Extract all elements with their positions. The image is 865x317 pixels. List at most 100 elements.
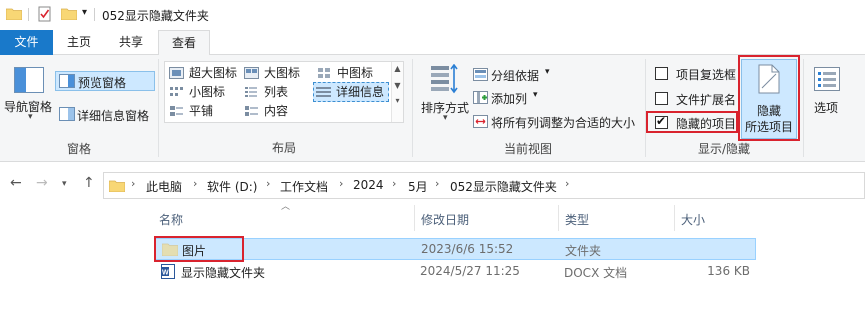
details-pane-label: 详细信息窗格	[77, 109, 150, 123]
add-column-label: 添加列	[491, 92, 528, 106]
qat-dropdown[interactable]: ▾	[82, 7, 87, 18]
window-title: 052显示隐藏文件夹	[102, 9, 209, 23]
file-size: 136 KB	[707, 264, 750, 278]
forward-arrow-icon[interactable]: →	[36, 175, 48, 191]
group-panes: 导航窗格 ▾ 预览窗格 详细信息窗格 窗格	[0, 55, 158, 162]
tab-view[interactable]: 查看	[158, 30, 210, 56]
group-by-label: 分组依据	[491, 69, 540, 83]
column-header-type[interactable]: 类型	[559, 209, 674, 231]
properties-icon[interactable]	[37, 6, 53, 22]
recent-locations-chevron-icon[interactable]: ▾	[62, 179, 67, 189]
breadcrumb-separator-icon[interactable]: ›	[131, 177, 135, 190]
file-extensions-label: 文件扩展名	[676, 93, 737, 107]
breadcrumb-current-folder[interactable]: 052显示隐藏文件夹	[450, 178, 557, 195]
file-extensions-checkbox[interactable]	[655, 92, 668, 105]
tab-file[interactable]: 文件	[0, 30, 53, 55]
extra-large-icons-icon	[169, 67, 184, 79]
folder-icon	[109, 180, 125, 192]
layout-list[interactable]: 列表	[242, 83, 288, 101]
group-by-icon	[473, 68, 488, 81]
column-header-size[interactable]: 大小	[675, 209, 755, 231]
breadcrumb-separator-icon[interactable]: ›	[392, 177, 396, 190]
options-icon	[814, 67, 840, 91]
svg-text:W: W	[162, 270, 169, 277]
layout-large-icons[interactable]: 大图标	[242, 64, 300, 82]
group-current-view: 排序方式 ▾ 分组依据 ▾ 添加列 ▾ 将所有列调整为合适的大小 当前视图	[413, 55, 643, 162]
preview-pane-button[interactable]: 预览窗格	[55, 71, 155, 91]
group-label-show-hide: 显示/隐藏	[697, 142, 751, 156]
layout-tiles[interactable]: 平铺	[167, 102, 213, 120]
layout-medium-icons[interactable]: 中图标	[315, 64, 373, 82]
chevron-down-icon[interactable]: ▾	[443, 113, 448, 123]
tiles-icon	[170, 106, 183, 116]
group-label-layout: 布局	[271, 141, 296, 155]
breadcrumb-year[interactable]: 2024	[353, 178, 384, 192]
breadcrumb-separator-icon[interactable]: ›	[193, 177, 197, 190]
group-show-hide: 项目复选框 文件扩展名 隐藏的项目 隐藏 所选项目 显示/隐藏	[646, 55, 802, 162]
layout-small-icons[interactable]: 小图标	[167, 83, 225, 101]
file-list: ︿ 名称 修改日期 类型 大小 图片 2023/6/6 15:52 文件夹 W …	[0, 202, 865, 317]
title-bar: ▾ 052显示隐藏文件夹	[0, 0, 865, 30]
layout-scrollbar[interactable]: ▲ ▼ ▾	[391, 62, 403, 122]
fit-columns-icon	[473, 115, 488, 128]
file-extensions-toggle[interactable]: 文件扩展名	[654, 90, 740, 108]
navigation-pane-icon	[14, 67, 44, 93]
file-row[interactable]: 图片 2023/6/6 15:52 文件夹	[154, 238, 756, 260]
up-arrow-icon[interactable]: ↑	[83, 175, 95, 191]
folder-icon	[6, 8, 22, 20]
breadcrumb-this-pc[interactable]: 此电脑	[146, 178, 182, 195]
tab-share[interactable]: 共享	[108, 30, 154, 55]
options-label: 选项	[813, 101, 838, 115]
breadcrumb-separator-icon[interactable]: ›	[565, 177, 569, 190]
preview-pane-icon	[59, 74, 75, 88]
highlight-hidden-items	[646, 111, 738, 133]
highlight-hidden-folder	[154, 236, 244, 262]
details-icon	[316, 87, 331, 97]
layout-content[interactable]: 内容	[242, 102, 288, 120]
breadcrumb-drive[interactable]: 软件 (D:)	[207, 178, 257, 195]
chevron-down-icon[interactable]: ▾	[28, 112, 33, 122]
new-folder-icon[interactable]	[61, 7, 77, 20]
back-arrow-icon[interactable]: ←	[10, 175, 22, 191]
breadcrumb-separator-icon[interactable]: ›	[435, 177, 439, 190]
layout-details[interactable]: 详细信息	[313, 82, 389, 102]
large-icons-icon	[244, 67, 259, 79]
scroll-up-icon[interactable]: ▲	[392, 64, 403, 73]
column-header-name[interactable]: 名称	[153, 209, 413, 231]
highlight-hide-selected	[738, 55, 800, 141]
chevron-down-icon: ▾	[533, 90, 538, 100]
layout-extra-large-icons[interactable]: 超大图标	[167, 64, 237, 82]
details-pane-icon	[59, 107, 75, 121]
ribbon: 导航窗格 ▾ 预览窗格 详细信息窗格 窗格 超大图标 大图标 中图标 小图标 列…	[0, 55, 865, 162]
item-checkboxes-label: 项目复选框	[676, 68, 737, 82]
file-modified: 2024/5/27 11:25	[420, 264, 520, 278]
preview-pane-label: 预览窗格	[78, 76, 127, 90]
expand-gallery-icon[interactable]: ▾	[392, 96, 403, 105]
group-label-panes: 窗格	[66, 142, 91, 156]
breadcrumb-separator-icon[interactable]: ›	[266, 177, 270, 190]
word-document-icon: W	[161, 264, 175, 279]
chevron-down-icon: ▾	[545, 67, 550, 77]
file-row[interactable]: W 显示隐藏文件夹 2024/5/27 11:25 DOCX 文档 136 KB	[154, 261, 756, 283]
file-modified: 2023/6/6 15:52	[421, 242, 514, 256]
item-checkboxes-checkbox[interactable]	[655, 67, 668, 80]
add-column-icon	[473, 91, 488, 104]
item-checkboxes-toggle[interactable]: 项目复选框	[654, 65, 740, 83]
medium-icons-icon	[318, 68, 330, 78]
group-label-current-view: 当前视图	[503, 142, 552, 156]
details-pane-button[interactable]: 详细信息窗格	[57, 104, 157, 124]
file-type: DOCX 文档	[564, 266, 628, 280]
tab-home[interactable]: 主页	[56, 30, 102, 55]
ribbon-tabs: 文件 主页 共享 查看	[0, 30, 865, 56]
address-bar[interactable]: › 此电脑 › 软件 (D:) › 工作文档 › 2024 › 5月 › 052…	[103, 172, 865, 199]
content-icon	[245, 106, 258, 116]
breadcrumb-month[interactable]: 5月	[408, 178, 428, 195]
breadcrumb-separator-icon[interactable]: ›	[339, 177, 343, 190]
small-icons-icon	[170, 87, 183, 96]
column-header-modified[interactable]: 修改日期	[415, 209, 558, 231]
address-row: ← → ▾ ↑ › 此电脑 › 软件 (D:) › 工作文档 › 2024 › …	[0, 168, 865, 202]
scroll-down-icon[interactable]: ▼	[392, 81, 403, 90]
fit-columns-label: 将所有列调整为合适的大小	[491, 116, 636, 130]
breadcrumb-work-docs[interactable]: 工作文档	[280, 178, 328, 195]
options-button[interactable]: 选项	[806, 61, 846, 121]
